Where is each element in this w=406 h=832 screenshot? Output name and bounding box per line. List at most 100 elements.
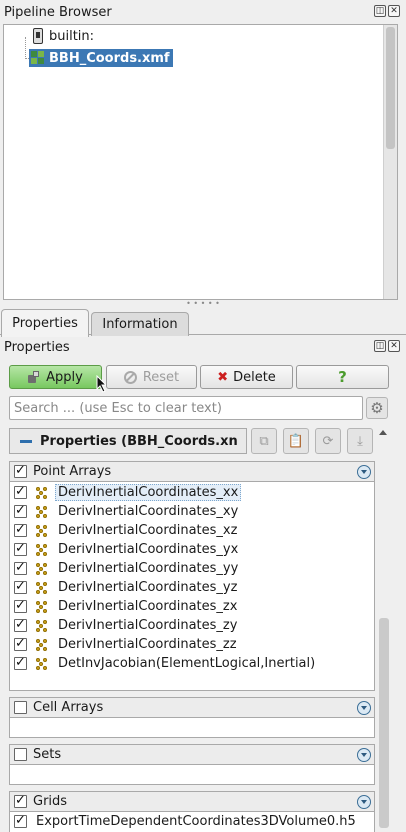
array-checkbox[interactable] bbox=[14, 598, 27, 613]
list-item[interactable]: DetInvJacobian(ElementLogical,Inertial) bbox=[11, 654, 375, 673]
chevron-down-icon[interactable] bbox=[357, 701, 371, 715]
list-item[interactable]: DerivInertialCoordinates_yy bbox=[11, 559, 375, 578]
tree-item-builtin[interactable]: builtin: bbox=[33, 26, 94, 46]
chevron-down-icon[interactable] bbox=[357, 748, 371, 762]
list-item[interactable]: DerivInertialCoordinates_xy bbox=[11, 502, 375, 521]
array-checkbox[interactable] bbox=[14, 484, 27, 499]
array-checkbox[interactable] bbox=[14, 579, 27, 594]
list-item[interactable]: DerivInertialCoordinates_xz bbox=[11, 521, 375, 540]
point-arrays-checkbox[interactable] bbox=[14, 463, 27, 478]
point-data-icon bbox=[36, 543, 48, 556]
float-icon[interactable]: ◫ bbox=[374, 5, 386, 17]
list-item[interactable]: DerivInertialCoordinates_yz bbox=[11, 578, 375, 597]
apply-label: Apply bbox=[46, 369, 83, 385]
point-data-icon bbox=[36, 638, 48, 651]
properties-titlebar: Properties ◫ ✕ bbox=[0, 335, 406, 359]
sets-checkbox[interactable] bbox=[14, 748, 27, 761]
list-item[interactable]: DerivInertialCoordinates_zx bbox=[11, 597, 375, 616]
array-checkbox[interactable] bbox=[14, 522, 27, 537]
list-item[interactable]: ExportTimeDependentCoordinates3DVolume0.… bbox=[11, 812, 375, 831]
array-label: DerivInertialCoordinates_yx bbox=[58, 542, 239, 557]
array-checkbox[interactable] bbox=[14, 655, 27, 670]
close-icon[interactable]: ✕ bbox=[388, 340, 400, 352]
group-title: Grids bbox=[33, 794, 68, 809]
chevron-down-icon[interactable] bbox=[357, 795, 371, 809]
cell-arrays-header[interactable]: Cell Arrays bbox=[10, 698, 374, 718]
pipeline-browser-titlebar: Pipeline Browser ◫ ✕ bbox=[0, 0, 406, 24]
tab-information[interactable]: Information bbox=[91, 312, 189, 336]
cell-arrays-checkbox[interactable] bbox=[14, 701, 27, 714]
array-label: DerivInertialCoordinates_zx bbox=[58, 599, 238, 614]
paste-icon[interactable]: 📋 bbox=[283, 428, 309, 454]
server-icon bbox=[33, 28, 43, 44]
tab-properties[interactable]: Properties bbox=[1, 309, 89, 337]
search-placeholder: Search ... (use Esc to clear text) bbox=[14, 400, 222, 416]
point-arrays-header[interactable]: Point Arrays bbox=[10, 462, 374, 482]
array-checkbox[interactable] bbox=[14, 503, 27, 518]
array-label: DerivInertialCoordinates_xy bbox=[58, 504, 239, 519]
properties-scrollbar[interactable] bbox=[376, 428, 390, 832]
point-data-icon bbox=[36, 562, 48, 575]
grids-header[interactable]: Grids bbox=[10, 792, 374, 812]
array-label: DerivInertialCoordinates_yy bbox=[58, 561, 239, 576]
float-icon[interactable]: ◫ bbox=[374, 340, 386, 352]
sets-group: Sets bbox=[9, 744, 375, 785]
group-title: Sets bbox=[33, 747, 62, 762]
grid-label: ExportTimeDependentCoordinates3DVolume0.… bbox=[36, 814, 356, 829]
delete-icon: ✖ bbox=[217, 369, 229, 385]
point-data-icon bbox=[36, 600, 48, 613]
scrollbar-thumb[interactable] bbox=[386, 27, 395, 149]
point-data-icon bbox=[36, 657, 48, 670]
tree-item-bbh-coords[interactable]: BBH_Coords.xmf bbox=[29, 48, 173, 68]
copy-icon[interactable]: ⧉ bbox=[251, 428, 277, 454]
refresh-icon[interactable]: ⟳ bbox=[315, 428, 341, 454]
properties-section-header[interactable]: Properties (BBH_Coords.xn bbox=[9, 428, 247, 454]
list-item[interactable]: DerivInertialCoordinates_zy bbox=[11, 616, 375, 635]
help-button[interactable]: ? bbox=[296, 365, 389, 389]
gear-icon[interactable]: ⚙ bbox=[366, 397, 388, 419]
point-arrays-group: Point Arrays DerivInertialCoordinates_xx… bbox=[9, 461, 375, 691]
apply-button[interactable]: Apply bbox=[9, 365, 102, 389]
grids-group: Grids ExportTimeDependentCoordinates3DVo… bbox=[9, 791, 375, 832]
point-data-icon bbox=[36, 619, 48, 632]
array-checkbox[interactable] bbox=[14, 636, 27, 651]
array-label: DerivInertialCoordinates_xz bbox=[58, 523, 238, 538]
list-item[interactable]: DerivInertialCoordinates_xx bbox=[11, 483, 375, 502]
pipeline-browser-tree[interactable]: builtin: BBH_Coords.xmf bbox=[3, 24, 398, 300]
reset-label: Reset bbox=[142, 369, 180, 385]
delete-button[interactable]: ✖ Delete bbox=[200, 365, 293, 389]
save-defaults-icon[interactable]: ⤓ bbox=[347, 428, 373, 454]
chevron-down-icon[interactable] bbox=[357, 465, 371, 479]
pipeline-scrollbar[interactable] bbox=[383, 25, 397, 299]
grid-checkbox[interactable] bbox=[14, 813, 27, 828]
tree-connector bbox=[25, 37, 26, 59]
delete-label: Delete bbox=[233, 369, 276, 385]
close-icon[interactable]: ✕ bbox=[388, 5, 400, 17]
array-checkbox[interactable] bbox=[14, 560, 27, 575]
array-checkbox[interactable] bbox=[14, 617, 27, 632]
selected-item[interactable]: BBH_Coords.xmf bbox=[29, 49, 173, 67]
point-data-icon bbox=[36, 581, 48, 594]
search-input[interactable]: Search ... (use Esc to clear text) bbox=[9, 396, 363, 420]
list-item[interactable]: DerivInertialCoordinates_zz bbox=[11, 635, 375, 654]
pipeline-browser-title: Pipeline Browser bbox=[4, 4, 112, 20]
multiblock-icon bbox=[31, 51, 45, 65]
scrollbar-thumb[interactable] bbox=[379, 618, 389, 828]
grids-checkbox[interactable] bbox=[14, 793, 27, 808]
group-title: Cell Arrays bbox=[33, 700, 104, 715]
tree-item-label: BBH_Coords.xmf bbox=[49, 50, 170, 66]
group-title: Point Arrays bbox=[33, 464, 112, 479]
scroll-up-icon[interactable] bbox=[379, 430, 387, 435]
array-checkbox[interactable] bbox=[14, 541, 27, 556]
sets-header[interactable]: Sets bbox=[10, 745, 374, 765]
reset-icon bbox=[123, 370, 137, 384]
reset-button[interactable]: Reset bbox=[106, 365, 197, 389]
tab-label: Properties bbox=[12, 316, 78, 331]
apply-icon bbox=[28, 371, 40, 383]
splitter-handle[interactable]: • • • • • bbox=[0, 300, 406, 308]
tree-item-label: builtin: bbox=[49, 28, 95, 44]
array-label: DerivInertialCoordinates_zz bbox=[58, 637, 237, 652]
panel-tabs: Properties Information bbox=[0, 309, 406, 337]
array-label: DerivInertialCoordinates_zy bbox=[58, 618, 238, 633]
list-item[interactable]: DerivInertialCoordinates_yx bbox=[11, 540, 375, 559]
